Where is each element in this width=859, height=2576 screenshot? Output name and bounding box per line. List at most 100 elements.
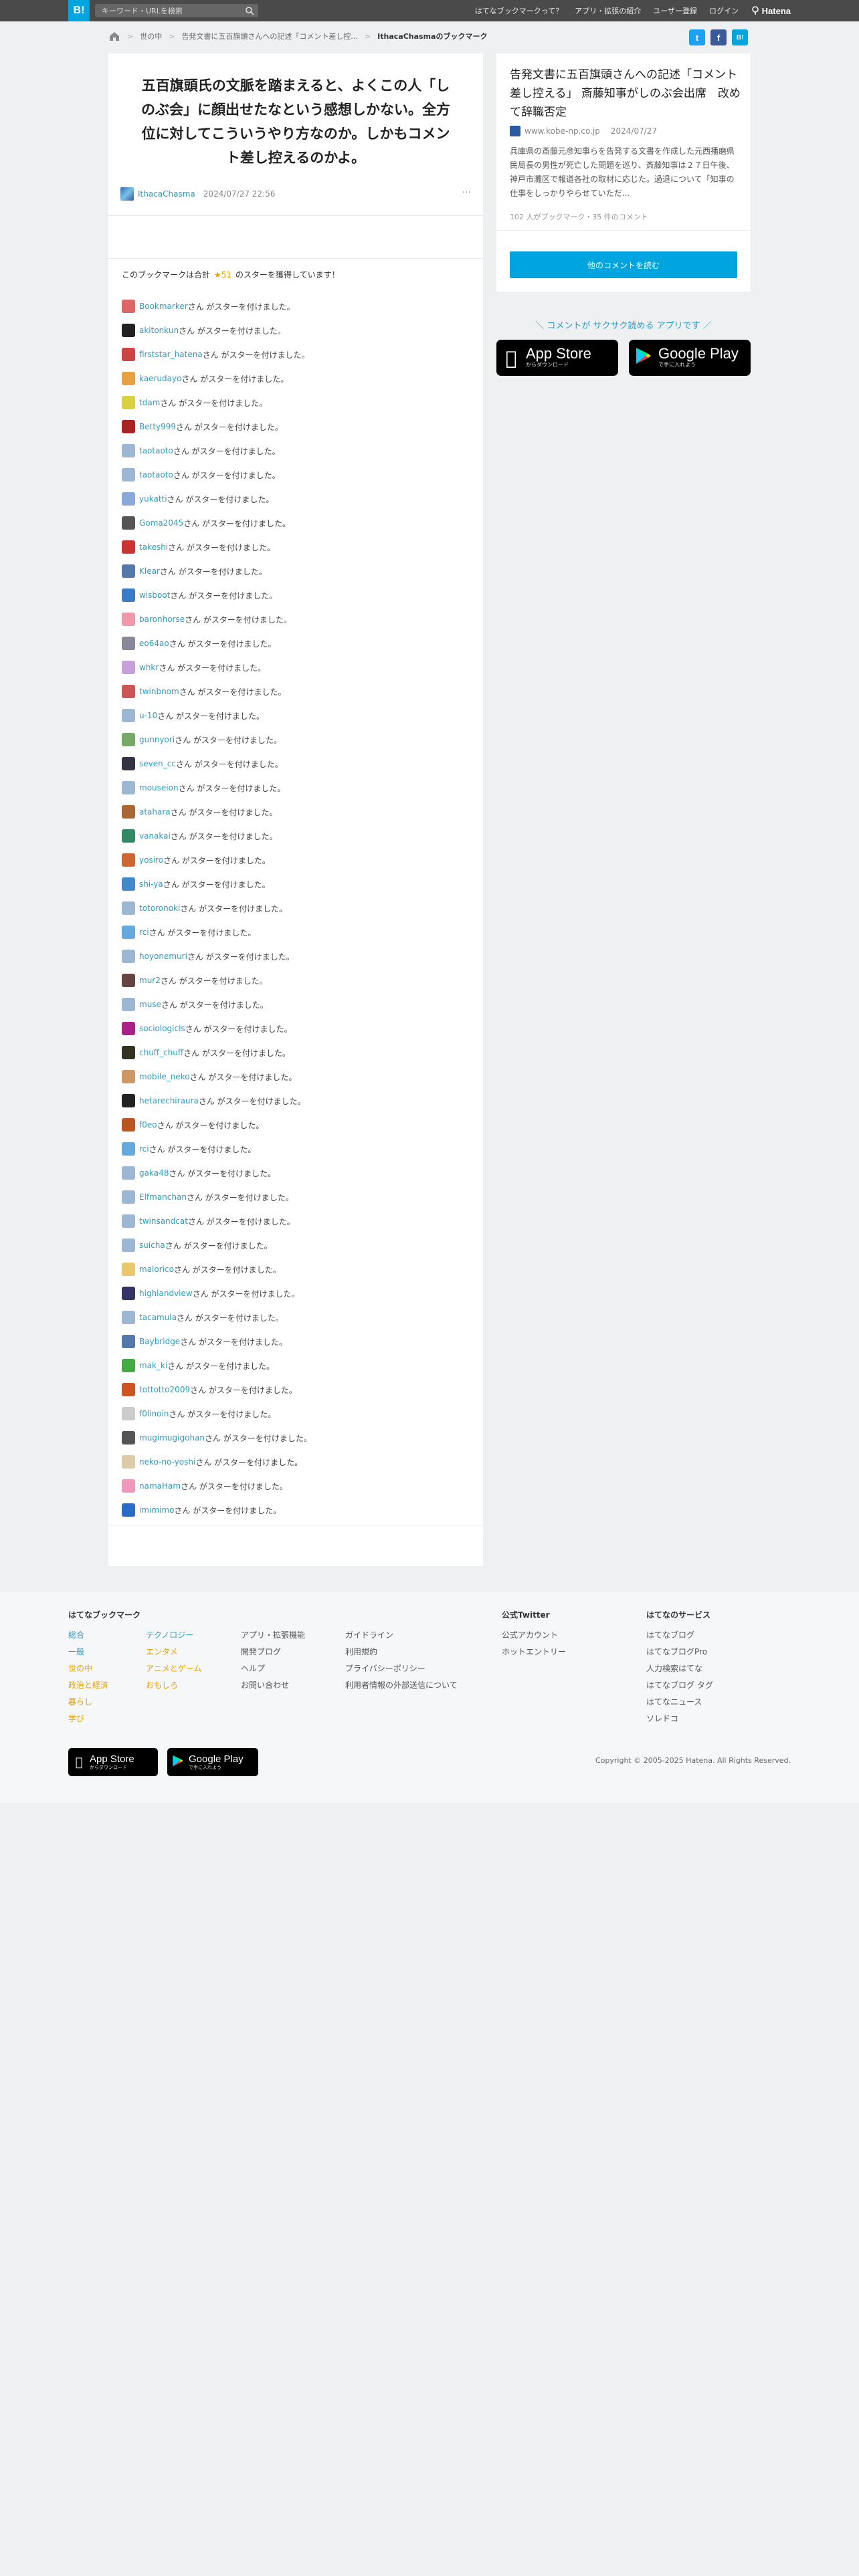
star-user-link[interactable]: f0eo	[139, 1120, 157, 1130]
footer-link[interactable]: ガイドライン	[345, 1627, 458, 1644]
nav-apps[interactable]: アプリ・拡張の紹介	[575, 5, 641, 16]
user-avatar[interactable]	[122, 1263, 135, 1276]
footer-link[interactable]: 一般	[68, 1644, 108, 1660]
user-avatar[interactable]	[122, 709, 135, 722]
user-avatar[interactable]	[122, 396, 135, 409]
star-user-link[interactable]: sociologicls	[139, 1024, 185, 1033]
hatena-brand[interactable]: Hatena	[751, 0, 791, 21]
footer-link[interactable]: 暮らし	[68, 1694, 108, 1711]
twitter-share-icon[interactable]: t	[689, 29, 705, 45]
user-avatar[interactable]	[122, 564, 135, 578]
user-avatar[interactable]	[122, 613, 135, 626]
user-avatar[interactable]	[122, 1335, 135, 1348]
user-avatar[interactable]	[122, 685, 135, 698]
user-avatar[interactable]	[122, 901, 135, 915]
footer-link[interactable]: はてなブログPro	[646, 1644, 713, 1660]
star-user-link[interactable]: gunnyori	[139, 735, 175, 744]
star-user-link[interactable]: shi-ya	[139, 879, 163, 889]
footer-link[interactable]: 総合	[68, 1627, 108, 1644]
user-avatar[interactable]	[120, 187, 134, 201]
footer-link[interactable]: テクノロジー	[146, 1627, 201, 1644]
user-avatar[interactable]	[122, 1239, 135, 1252]
star-user-link[interactable]: totoronoki	[139, 903, 180, 913]
user-avatar[interactable]	[122, 926, 135, 939]
star-user-link[interactable]: vanakai	[139, 831, 171, 841]
star-user-link[interactable]: namaHam	[139, 1481, 181, 1491]
breadcrumb-category[interactable]: 世の中	[140, 31, 162, 41]
star-user-link[interactable]: twinbnom	[139, 687, 179, 696]
star-user-link[interactable]: rci	[139, 1144, 149, 1154]
star-user-link[interactable]: neko-no-yoshi	[139, 1457, 195, 1467]
user-avatar[interactable]	[122, 1022, 135, 1035]
nav-register[interactable]: ユーザー登録	[653, 5, 697, 16]
star-user-link[interactable]: gaka48	[139, 1168, 169, 1178]
user-avatar[interactable]	[122, 1046, 135, 1059]
user-avatar[interactable]	[122, 1359, 135, 1372]
footer-link[interactable]: 世の中	[68, 1660, 108, 1677]
star-user-link[interactable]: yukatti	[139, 494, 167, 504]
user-avatar[interactable]	[122, 853, 135, 867]
star-user-link[interactable]: atahara	[139, 807, 171, 817]
star-user-link[interactable]: taotaoto	[139, 470, 173, 479]
star-user-link[interactable]: firststar_hatena	[139, 350, 203, 359]
star-user-link[interactable]: yosiro	[139, 855, 163, 865]
star-user-link[interactable]: rci	[139, 928, 149, 937]
footer-link[interactable]: 学び	[68, 1711, 108, 1727]
user-avatar[interactable]	[122, 516, 135, 530]
footer-link[interactable]: ヘルプ	[241, 1660, 305, 1677]
star-user-link[interactable]: u-10	[139, 711, 157, 720]
footer-link[interactable]: プライバシーポリシー	[345, 1660, 458, 1677]
user-avatar[interactable]	[122, 829, 135, 843]
search-icon[interactable]	[245, 6, 254, 15]
user-avatar[interactable]	[122, 877, 135, 891]
user-avatar[interactable]	[122, 1455, 135, 1469]
star-user-link[interactable]: Goma2045	[139, 518, 183, 528]
footer-link[interactable]: 利用者情報の外部送信について	[345, 1677, 458, 1694]
user-avatar[interactable]	[122, 1287, 135, 1300]
footer-link[interactable]: エンタメ	[146, 1644, 201, 1660]
star-count[interactable]: ★51	[214, 270, 231, 280]
star-user-link[interactable]: taotaoto	[139, 446, 173, 455]
star-user-link[interactable]: takeshi	[139, 542, 168, 552]
user-avatar[interactable]	[122, 540, 135, 554]
user-avatar[interactable]	[122, 444, 135, 457]
bookmark-user-link[interactable]: IthacaChasma	[138, 189, 195, 199]
hatena-share-icon[interactable]: B!	[732, 29, 748, 45]
footer-app-store-badge[interactable]:  App Store からダウンロード	[68, 1748, 158, 1776]
footer-link[interactable]: おもしろ	[146, 1677, 201, 1694]
star-user-link[interactable]: kaerudayo	[139, 374, 181, 383]
star-user-link[interactable]: malorico	[139, 1265, 174, 1274]
star-user-link[interactable]: twinsandcat	[139, 1216, 188, 1226]
star-user-link[interactable]: whkr	[139, 663, 159, 672]
star-user-link[interactable]: hoyonemuri	[139, 952, 187, 961]
star-user-link[interactable]: imimimo	[139, 1505, 174, 1515]
star-user-link[interactable]: tdam	[139, 398, 160, 407]
star-user-link[interactable]: mobile_neko	[139, 1072, 190, 1081]
user-avatar[interactable]	[122, 348, 135, 361]
star-user-link[interactable]: eo64ao	[139, 639, 169, 648]
footer-link[interactable]: 公式アカウント	[502, 1627, 566, 1644]
star-user-link[interactable]: seven_cc	[139, 759, 176, 768]
star-user-link[interactable]: tacamula	[139, 1313, 177, 1322]
user-avatar[interactable]	[122, 372, 135, 385]
star-user-link[interactable]: Bookmarker	[139, 302, 188, 311]
user-avatar[interactable]	[122, 1479, 135, 1493]
entry-bookmark-count[interactable]: 102 人がブックマーク・35 件のコメント	[510, 211, 648, 222]
star-user-link[interactable]: mur2	[139, 976, 161, 985]
footer-link[interactable]: はてなブログ タグ	[646, 1677, 713, 1694]
read-other-comments-button[interactable]: 他のコメントを読む	[510, 251, 737, 278]
user-avatar[interactable]	[122, 757, 135, 770]
footer-link[interactable]: はてなニュース	[646, 1694, 713, 1711]
user-avatar[interactable]	[122, 420, 135, 433]
user-avatar[interactable]	[122, 324, 135, 337]
user-avatar[interactable]	[122, 733, 135, 746]
user-avatar[interactable]	[122, 950, 135, 963]
footer-link[interactable]: 人力検索はてな	[646, 1660, 713, 1677]
user-avatar[interactable]	[122, 1214, 135, 1228]
star-user-link[interactable]: Elfmanchan	[139, 1192, 187, 1202]
star-user-link[interactable]: chuff_chuff	[139, 1048, 183, 1057]
user-avatar[interactable]	[122, 1407, 135, 1420]
user-avatar[interactable]	[122, 1094, 135, 1107]
footer-link[interactable]: アプリ・拡張機能	[241, 1627, 305, 1644]
user-avatar[interactable]	[122, 974, 135, 987]
